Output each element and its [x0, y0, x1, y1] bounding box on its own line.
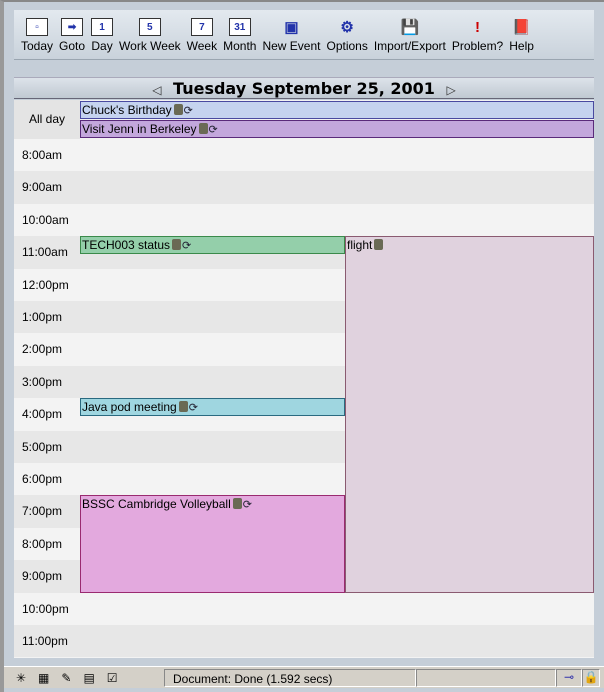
toolbar-label: Work Week	[119, 39, 181, 53]
date-header: ◁ Tuesday September 25, 2001 ▷	[14, 77, 594, 99]
allday-row: All day Chuck's Birthday ⟳ Visit Jenn in B…	[14, 100, 594, 139]
hour-label: 3:00pm	[22, 374, 63, 389]
toolbar-button-problem-[interactable]: ! Problem?	[449, 10, 506, 59]
calendar-event[interactable]: Java pod meeting ⟳	[80, 398, 345, 417]
calendar-month-icon: 31	[228, 18, 251, 36]
event-title: TECH003 status	[82, 238, 171, 253]
hour-label: 6:00pm	[22, 472, 63, 486]
event-title: flight	[347, 238, 373, 253]
hour-label: 8:00pm	[22, 536, 63, 551]
recurring-icon: ⟳	[242, 499, 252, 512]
hour-label: 4:00pm	[22, 407, 63, 422]
calendar-today-icon: ▫	[26, 18, 49, 36]
hour-label: 7:00pm	[22, 504, 63, 519]
exclamation-icon: !	[475, 18, 481, 36]
delete-trash-icon[interactable]	[178, 401, 188, 413]
delete-trash-icon[interactable]	[173, 104, 183, 115]
toolbar-label: Today	[21, 39, 54, 53]
allday-label: All day	[14, 100, 80, 139]
date-title: Tuesday September 25, 2001	[173, 79, 435, 98]
options-icon: ⚙	[340, 19, 354, 36]
status-bar: ✳▦✎▤☑ Document: Done (1.592 secs) ⊸ 🔒	[4, 666, 604, 688]
delete-trash-icon[interactable]	[374, 239, 384, 251]
toolbar: ▫ Today ➡ Goto 1 Day 5 Work Week 7 Week 31 Month ▣ Ne…	[14, 10, 594, 60]
hour-row[interactable]: 10:00pm	[14, 592, 594, 625]
toolbar-label: Help	[509, 39, 534, 53]
event-title: BSSC Cambridge Volleyball	[82, 497, 231, 512]
day-calendar: All day Chuck's Birthday ⟳ Visit Jenn in B…	[14, 100, 594, 658]
hour-label: 10:00am	[22, 212, 69, 227]
calendar-event[interactable]: flight	[345, 236, 594, 593]
recurring-icon: ⟳	[208, 124, 218, 136]
hour-label: 8:00am	[22, 148, 63, 162]
floppy-disk-icon: 💾	[400, 19, 420, 36]
allday-event[interactable]: Chuck's Birthday ⟳	[80, 101, 594, 119]
toolbar-label: Options	[326, 39, 368, 53]
toolbar-label: Goto	[59, 39, 86, 53]
next-day-arrow-icon[interactable]: ▷	[447, 83, 456, 97]
hour-label: 2:00pm	[22, 342, 63, 357]
hour-row[interactable]: 10:00am	[14, 203, 594, 237]
security-lock-icon[interactable]: 🔒	[582, 669, 600, 687]
toolbar-button-goto[interactable]: ➡ Goto	[56, 10, 88, 59]
hour-row[interactable]: 8:00am	[14, 139, 594, 172]
toolbar-button-options[interactable]: ⚙ Options	[323, 10, 370, 59]
hour-label: 5:00pm	[22, 439, 63, 454]
toolbar-label: Problem?	[451, 39, 504, 53]
event-title: Java pod meeting	[82, 400, 177, 415]
status-progress	[416, 669, 556, 687]
toolbar-button-week[interactable]: 7 Week	[184, 10, 220, 59]
hour-label: 11:00am	[22, 245, 68, 260]
delete-trash-icon[interactable]	[172, 239, 182, 251]
event-title: Chuck's Birthday	[82, 103, 172, 117]
previous-day-arrow-icon[interactable]: ◁	[152, 83, 161, 97]
allday-event[interactable]: Visit Jenn in Berkeley ⟳	[80, 120, 594, 138]
toolbar-button-month[interactable]: 31 Month	[220, 10, 259, 59]
toolbar-button-day[interactable]: 1 Day	[88, 10, 116, 59]
recurring-icon: ⟳	[188, 402, 198, 415]
delete-trash-icon[interactable]	[232, 498, 242, 510]
toolbar-label: Month	[223, 39, 257, 53]
hour-label: 12:00pm	[22, 277, 69, 292]
toolbar-button-help[interactable]: 📕 Help	[506, 10, 537, 59]
status-text: Document: Done (1.592 secs)	[164, 669, 416, 687]
calendar-week-icon: 7	[190, 18, 213, 36]
component-bar-icons[interactable]: ✳▦✎▤☑	[4, 669, 164, 687]
goto-arrow-icon: ➡	[61, 18, 84, 36]
hour-label: 9:00pm	[22, 569, 63, 584]
help-book-icon: 📕	[512, 19, 531, 36]
calendar-event[interactable]: TECH003 status ⟳	[80, 236, 345, 255]
recurring-icon: ⟳	[183, 105, 193, 117]
calendar-day-icon: 1	[91, 18, 114, 36]
calendar-event[interactable]: BSSC Cambridge Volleyball ⟳	[80, 495, 345, 593]
toolbar-label: Day	[91, 39, 113, 53]
hour-label: 10:00pm	[22, 601, 69, 616]
hour-label: 1:00pm	[22, 310, 63, 324]
hour-label: 11:00pm	[22, 634, 68, 648]
online-connection-icon[interactable]: ⊸	[556, 669, 582, 687]
delete-trash-icon[interactable]	[198, 123, 208, 134]
event-title: Visit Jenn in Berkeley	[82, 122, 197, 136]
toolbar-button-work-week[interactable]: 5 Work Week	[116, 10, 184, 59]
toolbar-button-import-export[interactable]: 💾 Import/Export	[371, 10, 449, 59]
recurring-icon: ⟳	[182, 240, 192, 253]
new-event-icon: ▣	[284, 19, 299, 36]
hour-label: 9:00am	[22, 180, 63, 195]
toolbar-button-new-event[interactable]: ▣ New Event	[259, 10, 323, 59]
hour-row[interactable]: 11:00pm	[14, 625, 594, 658]
toolbar-label: Week	[186, 39, 218, 53]
calendar-workweek-icon: 5	[138, 18, 161, 36]
toolbar-label: Import/Export	[373, 39, 446, 53]
toolbar-button-today[interactable]: ▫ Today	[18, 10, 56, 59]
hour-row[interactable]: 9:00am	[14, 171, 594, 204]
toolbar-label: New Event	[262, 39, 321, 53]
